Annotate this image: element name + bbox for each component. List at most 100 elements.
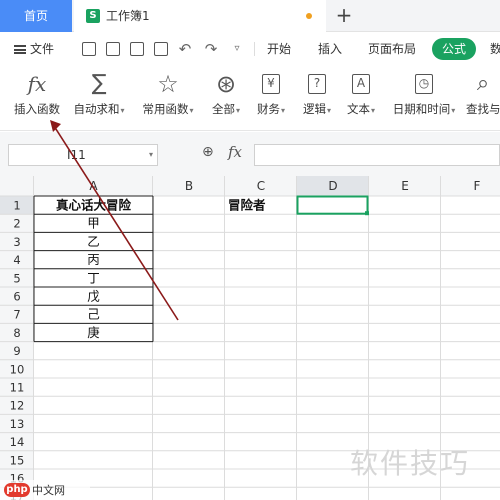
export-icon[interactable] bbox=[106, 42, 120, 56]
formula-input[interactable] bbox=[254, 144, 500, 166]
column-header-bar bbox=[0, 176, 500, 196]
hamburger-icon bbox=[14, 45, 26, 54]
autosum-label: 自动求和 bbox=[73, 102, 120, 116]
column-header-d[interactable]: D bbox=[328, 179, 337, 193]
row-header-2[interactable]: 2 bbox=[13, 217, 20, 231]
selected-cell[interactable] bbox=[296, 195, 369, 215]
cell-a6[interactable]: 戊 bbox=[87, 289, 100, 304]
lookup-icon: ⌕ bbox=[476, 71, 490, 96]
column-header-c[interactable]: C bbox=[257, 179, 265, 193]
unsaved-dot-icon bbox=[306, 13, 312, 19]
row-header-10[interactable]: 10 bbox=[10, 362, 25, 376]
zoom-icon[interactable]: ⊕ bbox=[202, 144, 214, 160]
caret-down-icon: ▾ bbox=[326, 106, 331, 115]
text-a-icon: A bbox=[348, 71, 374, 97]
caret-down-icon: ▾ bbox=[280, 106, 285, 115]
chevron-down-icon[interactable]: ▾ bbox=[149, 145, 153, 165]
watermark-text: 软件技巧 bbox=[350, 447, 471, 480]
common-functions-label: 常用函数 bbox=[142, 102, 189, 116]
star-icon: ☆ bbox=[157, 70, 179, 98]
column-header-e[interactable]: E bbox=[401, 179, 409, 193]
caret-down-icon: ▾ bbox=[451, 106, 456, 115]
cell-a5[interactable]: 丁 bbox=[87, 270, 100, 285]
name-box[interactable]: I11 ▾ bbox=[8, 144, 158, 166]
sigma-icon: ∑ bbox=[91, 71, 107, 96]
row-header-3[interactable]: 3 bbox=[13, 235, 20, 249]
chevron-down-icon[interactable]: ▿ bbox=[230, 42, 244, 56]
site-watermark-label: 中文网 bbox=[32, 484, 65, 497]
row-header-7[interactable]: 7 bbox=[13, 308, 20, 322]
text-button[interactable]: A 文本▾ bbox=[342, 65, 380, 131]
common-functions-button[interactable]: ☆ 常用函数▾ bbox=[138, 65, 198, 131]
row-header-6[interactable]: 6 bbox=[13, 290, 20, 304]
file-menu-button[interactable]: 文件 bbox=[14, 33, 54, 65]
column-header-f[interactable]: F bbox=[474, 179, 481, 193]
text-label: 文本 bbox=[346, 102, 370, 116]
cell-c1[interactable]: 冒险者 bbox=[228, 198, 266, 213]
undo-icon[interactable]: ↶ bbox=[178, 42, 192, 57]
new-tab-button[interactable]: + bbox=[334, 0, 354, 32]
row-header-13[interactable]: 13 bbox=[10, 417, 25, 431]
php-logo-icon: php bbox=[4, 483, 30, 497]
insert-function-button[interactable]: fx 插入函数 bbox=[10, 65, 64, 131]
date-time-label: 日期和时间 bbox=[392, 102, 451, 116]
cell-a2[interactable]: 甲 bbox=[87, 216, 100, 231]
lookup-label: 查找与 bbox=[466, 102, 500, 116]
all-functions-button[interactable]: ⊛ 全部▾ bbox=[206, 65, 246, 131]
fill-handle[interactable] bbox=[365, 211, 369, 216]
formula-bar: I11 ▾ ⊕ fx bbox=[0, 132, 500, 176]
lookup-button[interactable]: ⌕ 查找与 bbox=[466, 65, 500, 131]
logic-button[interactable]: ? 逻辑▾ bbox=[298, 65, 336, 131]
print-preview-icon[interactable] bbox=[154, 42, 168, 56]
cell-a7[interactable]: 己 bbox=[87, 307, 100, 322]
tab-page-layout[interactable]: 页面布局 bbox=[368, 33, 416, 65]
tab-home[interactable]: 首页 bbox=[0, 0, 72, 32]
fx-icon: fx bbox=[27, 72, 47, 96]
print-icon[interactable] bbox=[130, 42, 144, 56]
file-menu-label: 文件 bbox=[30, 42, 55, 56]
autosum-button[interactable]: ∑ 自动求和▾ bbox=[70, 65, 128, 131]
row-header-11[interactable]: 11 bbox=[10, 381, 25, 395]
tab-workbook[interactable]: S 工作簿1 bbox=[74, 0, 326, 32]
date-time-button[interactable]: ◷ 日期和时间▾ bbox=[388, 65, 460, 131]
question-icon: ? bbox=[304, 71, 330, 97]
tab-formula[interactable]: 公式 bbox=[432, 38, 476, 60]
insert-function-label: 插入函数 bbox=[14, 102, 60, 116]
site-watermark: php 中文网 bbox=[0, 480, 90, 500]
row-header-15[interactable]: 15 bbox=[10, 453, 25, 467]
caret-down-icon: ▾ bbox=[189, 106, 194, 115]
row-header-9[interactable]: 9 bbox=[13, 344, 20, 358]
row-header-4[interactable]: 4 bbox=[13, 253, 20, 267]
column-header-b[interactable]: B bbox=[185, 179, 193, 193]
caret-down-icon: ▾ bbox=[235, 106, 240, 115]
tab-bar: 首页 S 工作簿1 + bbox=[0, 0, 500, 32]
row-header-14[interactable]: 14 bbox=[10, 435, 25, 449]
menu-bar: 文件 ↶ ↷ ▿ 开始 插入 页面布局 公式 数 bbox=[0, 33, 500, 65]
all-functions-label: 全部 bbox=[211, 102, 235, 116]
cell-a8[interactable]: 庚 bbox=[87, 325, 100, 340]
formula-ribbon: fx 插入函数 ∑ 自动求和▾ ☆ 常用函数▾ ⊛ 全部▾ ¥ 财务▾ ? 逻辑… bbox=[0, 65, 500, 131]
finance-button[interactable]: ¥ 财务▾ bbox=[252, 65, 290, 131]
column-header-a[interactable]: A bbox=[89, 179, 98, 193]
tab-start[interactable]: 开始 bbox=[267, 33, 291, 65]
finance-label: 财务 bbox=[256, 102, 280, 116]
yen-icon: ¥ bbox=[258, 71, 284, 97]
cell-a1[interactable]: 真心话大冒险 bbox=[56, 198, 132, 213]
asterisk-icon: ⊛ bbox=[215, 70, 237, 98]
cell-a4[interactable]: 丙 bbox=[87, 252, 100, 267]
row-header-5[interactable]: 5 bbox=[13, 271, 20, 285]
caret-down-icon: ▾ bbox=[370, 106, 375, 115]
spreadsheet-icon: S bbox=[86, 9, 100, 23]
divider bbox=[254, 42, 255, 56]
workbook-title: 工作簿1 bbox=[106, 9, 150, 23]
tab-data[interactable]: 数 bbox=[490, 33, 500, 65]
cell-a3[interactable]: 乙 bbox=[87, 234, 100, 249]
row-header-1[interactable]: 1 bbox=[13, 199, 20, 213]
save-icon[interactable] bbox=[82, 42, 96, 56]
fx-icon[interactable]: fx bbox=[228, 143, 242, 161]
row-header-12[interactable]: 12 bbox=[10, 399, 25, 413]
row-header-8[interactable]: 8 bbox=[13, 326, 20, 340]
clock-icon: ◷ bbox=[411, 71, 437, 97]
redo-icon[interactable]: ↷ bbox=[204, 42, 218, 57]
tab-insert[interactable]: 插入 bbox=[318, 33, 342, 65]
